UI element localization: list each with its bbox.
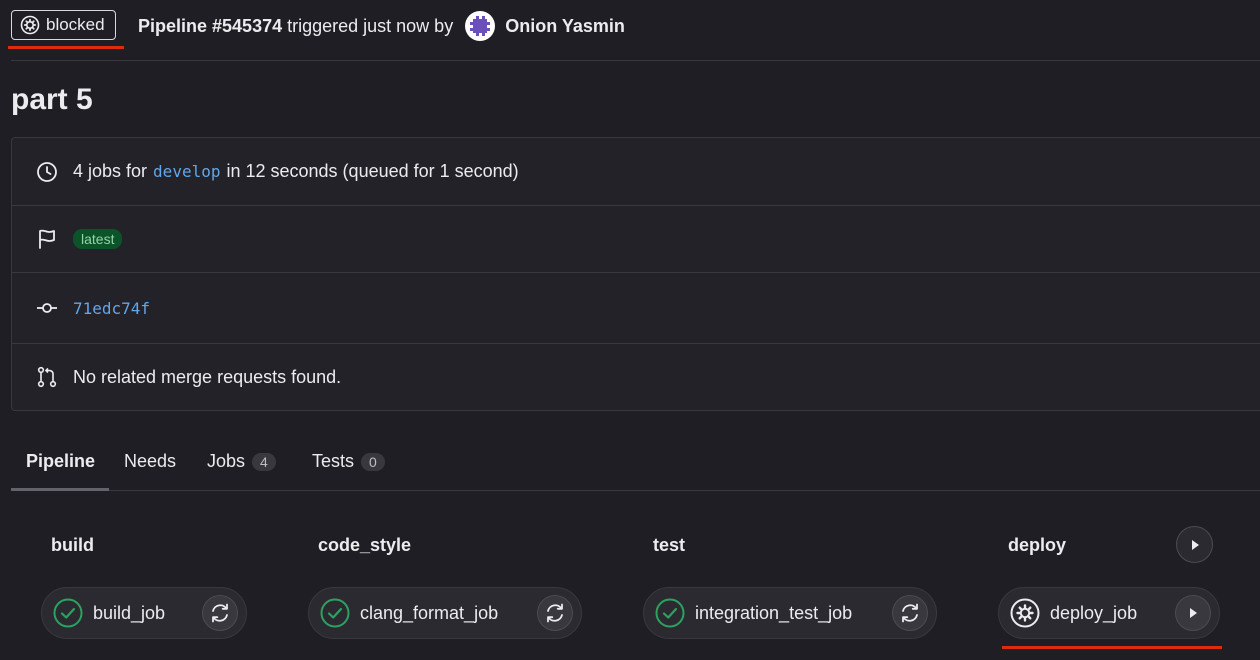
user-name[interactable]: Onion Yasmin — [505, 16, 625, 37]
commit-icon — [37, 303, 57, 313]
avatar-image — [466, 12, 495, 40]
tab-label: Pipeline — [26, 451, 96, 471]
job-test[interactable]: integration_test_job — [643, 587, 937, 639]
check-circle-icon — [53, 598, 83, 628]
tab-label: Needs — [124, 451, 177, 471]
play-icon — [1191, 539, 1199, 550]
triggered-text: triggered just now by — [287, 15, 454, 36]
check-circle-icon — [655, 598, 685, 628]
pipeline-summary: Pipeline #545374 triggered just now by O… — [138, 11, 625, 41]
jobs-prefix: 4 jobs for — [73, 161, 148, 181]
gear-icon — [1010, 598, 1040, 628]
header-divider — [11, 60, 1260, 61]
play-button[interactable] — [1175, 595, 1211, 631]
retry-button[interactable] — [892, 595, 928, 631]
jobs-duration-row: 4 jobs for develop in 12 seconds (queued… — [12, 138, 1260, 206]
tab-needs[interactable]: Needs — [124, 433, 176, 490]
retry-icon — [547, 603, 563, 623]
stage-title-test: test — [653, 535, 686, 555]
status-badge-highlight — [8, 46, 124, 49]
retry-icon — [902, 603, 918, 623]
gear-icon — [20, 15, 40, 35]
pipeline-info-card: 4 jobs for develop in 12 seconds (queued… — [11, 137, 1260, 411]
play-icon — [1190, 608, 1197, 618]
retry-button[interactable] — [202, 595, 238, 631]
active-tab-indicator — [11, 488, 109, 491]
page-title: part 5 — [11, 83, 93, 116]
job-code-style[interactable]: clang_format_job — [308, 587, 582, 639]
merge-requests-row: No related merge requests found. — [12, 344, 1260, 410]
job-name: deploy_job — [1050, 602, 1138, 623]
merge-requests-text: No related merge requests found. — [73, 366, 342, 387]
stage-title-build: build — [51, 535, 94, 555]
jobs-suffix: in 12 seconds (queued for 1 second) — [226, 161, 519, 181]
stage-title-code-style: code_style — [318, 535, 412, 555]
flag-icon — [39, 229, 55, 249]
latest-tag: latest — [73, 229, 123, 249]
tab-label: Tests — [312, 451, 355, 471]
deploy-stage-play-button[interactable] — [1176, 526, 1213, 563]
pipeline-ref: Pipeline #545374 — [138, 15, 283, 36]
tab-pipeline[interactable]: Pipeline — [26, 433, 95, 490]
merge-request-icon — [37, 366, 57, 388]
deploy-job-highlight — [1002, 646, 1222, 649]
status-label: blocked — [46, 15, 105, 34]
retry-icon — [212, 603, 228, 623]
tests-count-badge: 0 — [361, 452, 385, 471]
avatar[interactable] — [465, 11, 496, 41]
status-badge[interactable]: blocked — [11, 10, 116, 40]
tag-row: latest — [12, 206, 1260, 273]
job-deploy[interactable]: deploy_job — [998, 587, 1220, 639]
branch-link[interactable]: develop — [153, 162, 220, 181]
job-build[interactable]: build_job — [41, 587, 247, 639]
jobs-count-badge: 4 — [252, 452, 276, 471]
tab-tests[interactable]: Tests 0 — [312, 433, 385, 490]
clock-icon — [37, 161, 57, 182]
stage-title-deploy: deploy — [1008, 535, 1067, 555]
retry-button[interactable] — [537, 595, 573, 631]
pipeline-tabs: Pipeline Needs Jobs 4 Tests 0 — [11, 433, 1260, 491]
commit-sha-link[interactable]: 71edc74f — [73, 299, 150, 318]
job-name: build_job — [93, 602, 166, 623]
pipeline-header: blocked Pipeline #545374 triggered just … — [0, 0, 1260, 60]
job-name: integration_test_job — [695, 602, 853, 623]
tab-jobs[interactable]: Jobs 4 — [207, 433, 276, 490]
check-circle-icon — [320, 598, 350, 628]
commit-row: 71edc74f — [12, 273, 1260, 344]
job-name: clang_format_job — [360, 602, 499, 623]
tab-label: Jobs — [207, 451, 246, 471]
